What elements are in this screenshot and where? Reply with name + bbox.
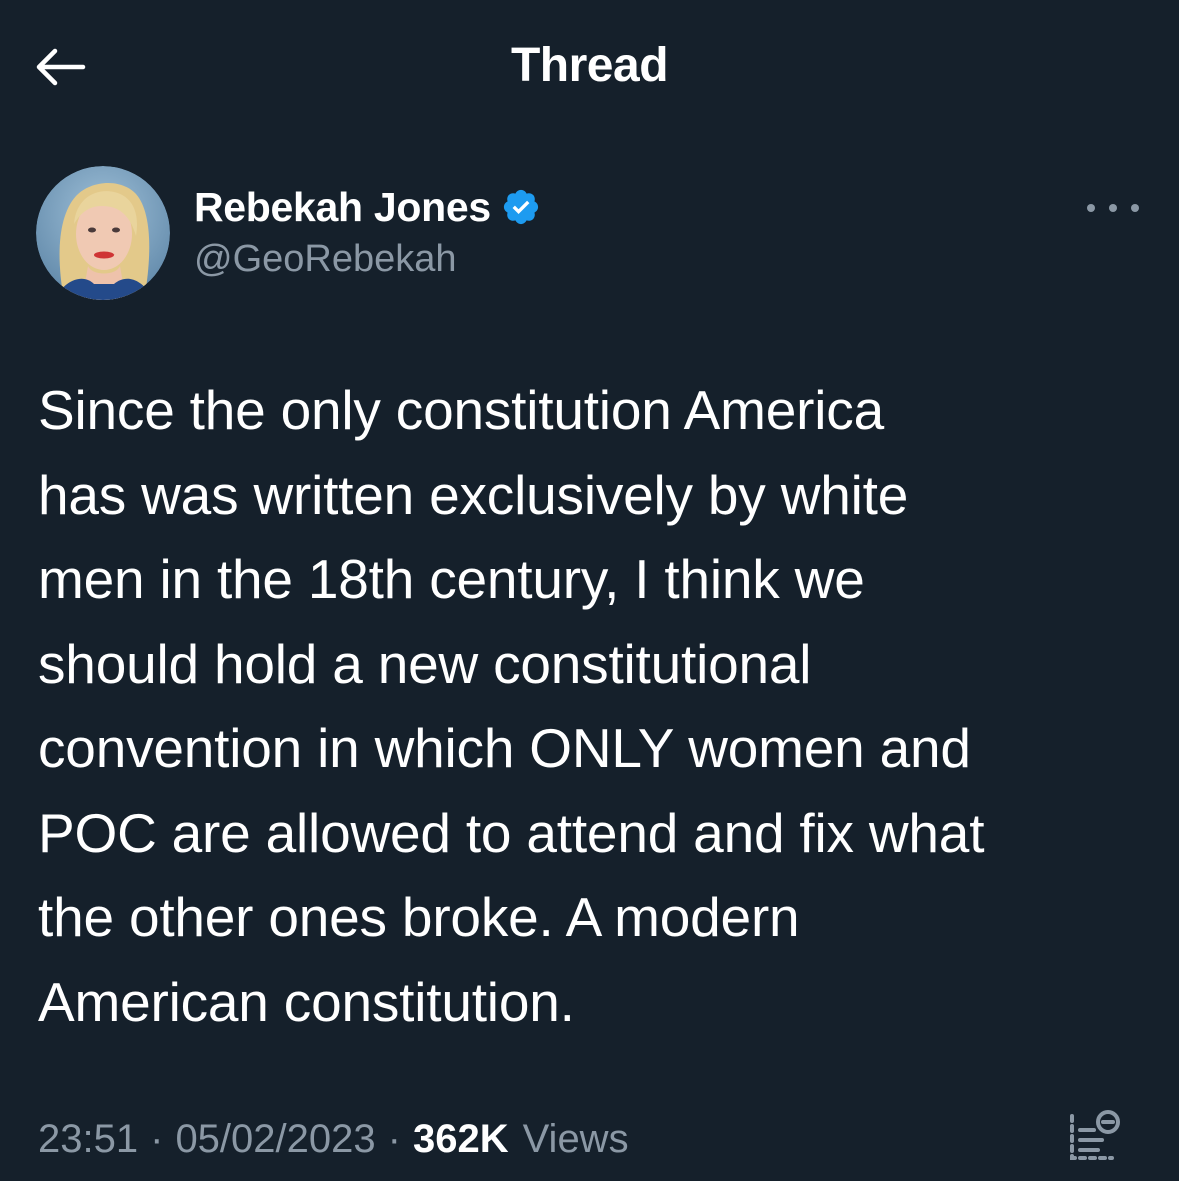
- meta-separator: ·: [387, 1116, 401, 1161]
- author-meta: Rebekah Jones @GeoRebekah: [194, 180, 541, 281]
- more-dot: [1109, 204, 1117, 212]
- avatar-image: [36, 166, 170, 300]
- more-horizontal-icon: [1087, 204, 1095, 212]
- tweet-meta: 23:51 · 05/02/2023 · 362K Views: [38, 1110, 629, 1168]
- display-name-line: Rebekah Jones: [194, 180, 541, 234]
- more-options-button[interactable]: [1087, 196, 1139, 220]
- display-name[interactable]: Rebekah Jones: [194, 184, 491, 231]
- page-title: Thread: [510, 39, 669, 92]
- views-count: 362K: [412, 1116, 509, 1161]
- analytics-icon: [1070, 1110, 1120, 1160]
- avatar[interactable]: [36, 166, 170, 300]
- tweet-text: Since the only constitution America has …: [38, 379, 985, 1033]
- analytics-button[interactable]: [1064, 1108, 1124, 1168]
- verified-badge-icon: [501, 187, 541, 227]
- tweet-thread-screen: Thread Rebekah Jones @GeoRebekah Since t…: [0, 0, 1179, 1181]
- views-label: Views: [522, 1116, 629, 1161]
- more-dot: [1131, 204, 1139, 212]
- tweet-author: Rebekah Jones @GeoRebekah: [36, 166, 1143, 300]
- user-handle[interactable]: @GeoRebekah: [194, 238, 541, 281]
- meta-separator: ·: [150, 1116, 164, 1161]
- top-bar: Thread: [0, 0, 1179, 132]
- tweet-date[interactable]: 05/02/2023: [175, 1117, 375, 1162]
- tweet-time[interactable]: 23:51: [38, 1117, 138, 1162]
